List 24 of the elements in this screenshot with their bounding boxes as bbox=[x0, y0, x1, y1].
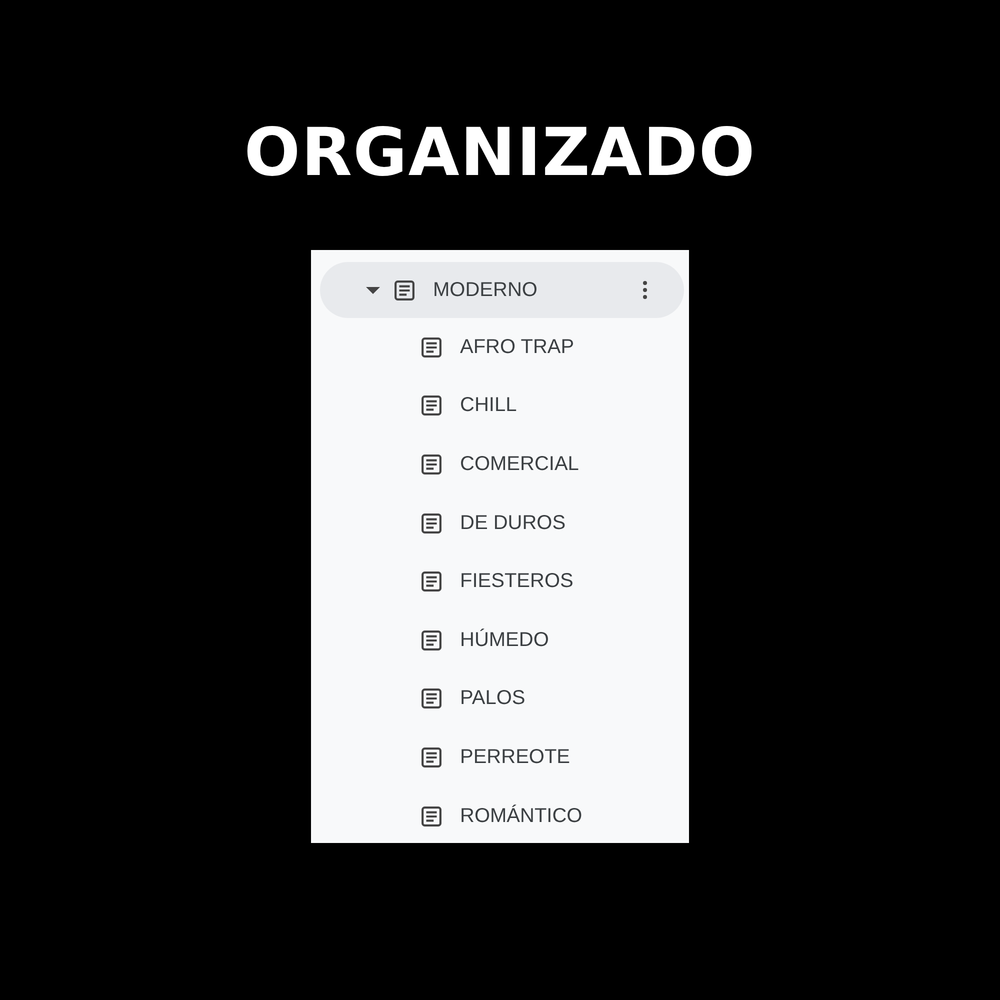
outline-item[interactable]: CHILL bbox=[311, 376, 689, 436]
document-icon bbox=[421, 688, 442, 710]
document-icon bbox=[394, 280, 415, 300]
outline-item[interactable]: FIESTEROS bbox=[311, 552, 689, 611]
poster-title: ORGANIZADO bbox=[244, 113, 756, 193]
outline-item[interactable]: PALOS bbox=[311, 670, 689, 728]
outline-item[interactable]: MODERNO bbox=[320, 262, 684, 318]
outline-item[interactable]: HÚMEDO bbox=[311, 610, 689, 670]
outline-item[interactable]: COMERCIAL bbox=[311, 435, 689, 494]
document-icon bbox=[421, 336, 442, 358]
document-icon bbox=[421, 630, 442, 651]
caret-icon[interactable] bbox=[366, 286, 380, 294]
more-options-icon[interactable] bbox=[643, 281, 647, 299]
document-icon bbox=[421, 806, 442, 827]
item-label: MODERNO bbox=[433, 278, 538, 302]
document-icon bbox=[421, 512, 442, 534]
outline-item[interactable]: AFRO TRAP bbox=[311, 318, 689, 377]
document-icon bbox=[421, 395, 442, 416]
document-icon bbox=[421, 571, 442, 592]
outline-item[interactable]: ROMÁNTICO bbox=[311, 786, 689, 843]
document-icon bbox=[421, 746, 442, 768]
outline-item[interactable]: DE DUROS bbox=[311, 494, 689, 552]
document-icon bbox=[421, 454, 442, 475]
outline-item[interactable]: PERREOTE bbox=[311, 728, 689, 787]
